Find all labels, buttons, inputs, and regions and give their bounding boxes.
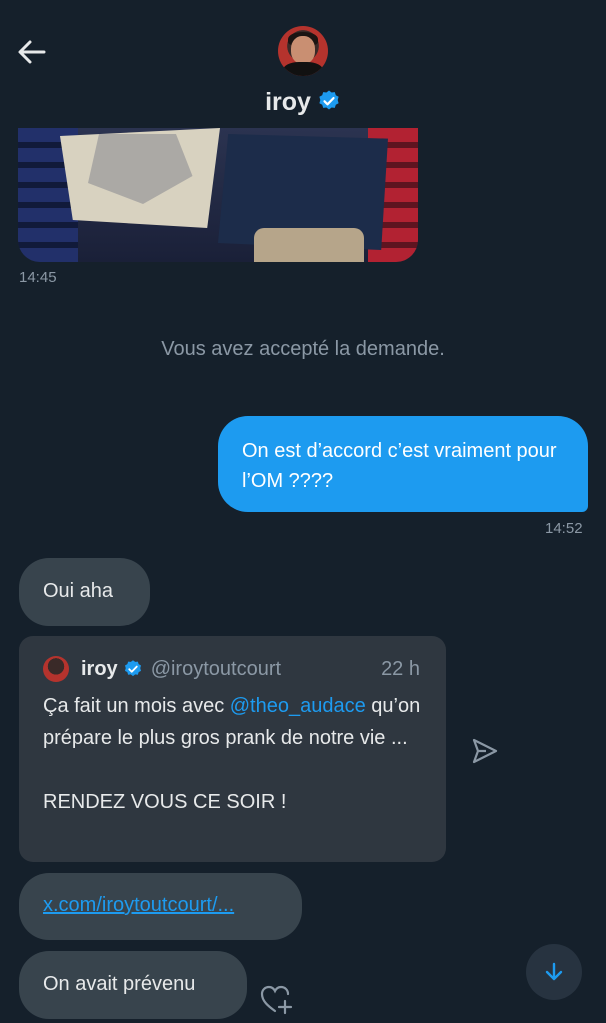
share-button[interactable] <box>470 736 500 766</box>
arrow-down-icon <box>545 962 563 981</box>
quoted-post-card[interactable]: iroy @iroytoutcourt 22 h Ça fait un mois… <box>19 636 446 862</box>
message-link[interactable]: x.com/iroytoutcourt/... <box>43 894 234 916</box>
quoted-avatar <box>43 656 69 682</box>
outgoing-timestamp: 14:52 <box>545 520 583 537</box>
system-notice: Vous avez accepté la demande. <box>161 338 445 360</box>
quoted-text: Ça fait un mois avec @theo_audace qu’on … <box>43 690 422 818</box>
add-reaction-button[interactable] <box>258 982 294 1016</box>
verified-badge-icon <box>124 660 141 677</box>
conversation-title[interactable]: iroy <box>0 88 606 117</box>
quoted-name: iroy <box>81 657 118 680</box>
quoted-time: 22 h <box>381 657 420 680</box>
incoming-message-text: On avait prévenu <box>43 973 196 995</box>
scroll-to-bottom-button[interactable] <box>526 944 582 1000</box>
outgoing-message[interactable]: On est d’accord c’est vraiment pour l’OM… <box>218 416 588 512</box>
send-icon <box>472 738 498 764</box>
quoted-text-line: RENDEZ VOUS CE SOIR ! <box>43 791 287 813</box>
link-message[interactable]: x.com/iroytoutcourt/... <box>19 873 302 940</box>
back-button[interactable] <box>14 36 50 68</box>
media-timestamp: 14:45 <box>19 269 57 286</box>
avatar[interactable] <box>278 26 328 76</box>
incoming-message[interactable]: On avait prévenu <box>19 951 247 1019</box>
quoted-text-part: Ça fait un mois avec <box>43 695 230 717</box>
arrow-left-icon <box>18 40 46 64</box>
quoted-handle: @iroytoutcourt <box>150 657 282 680</box>
heart-plus-icon <box>260 985 293 1015</box>
contact-name: iroy <box>265 88 311 116</box>
outgoing-message-text: On est d’accord c’est vraiment pour l’OM… <box>242 440 557 492</box>
incoming-message-text: Oui aha <box>43 580 114 602</box>
media-image[interactable] <box>18 128 418 262</box>
mention-link[interactable]: @theo_audace <box>230 695 366 717</box>
incoming-message[interactable]: Oui aha <box>19 558 150 626</box>
verified-badge-icon <box>319 90 339 110</box>
